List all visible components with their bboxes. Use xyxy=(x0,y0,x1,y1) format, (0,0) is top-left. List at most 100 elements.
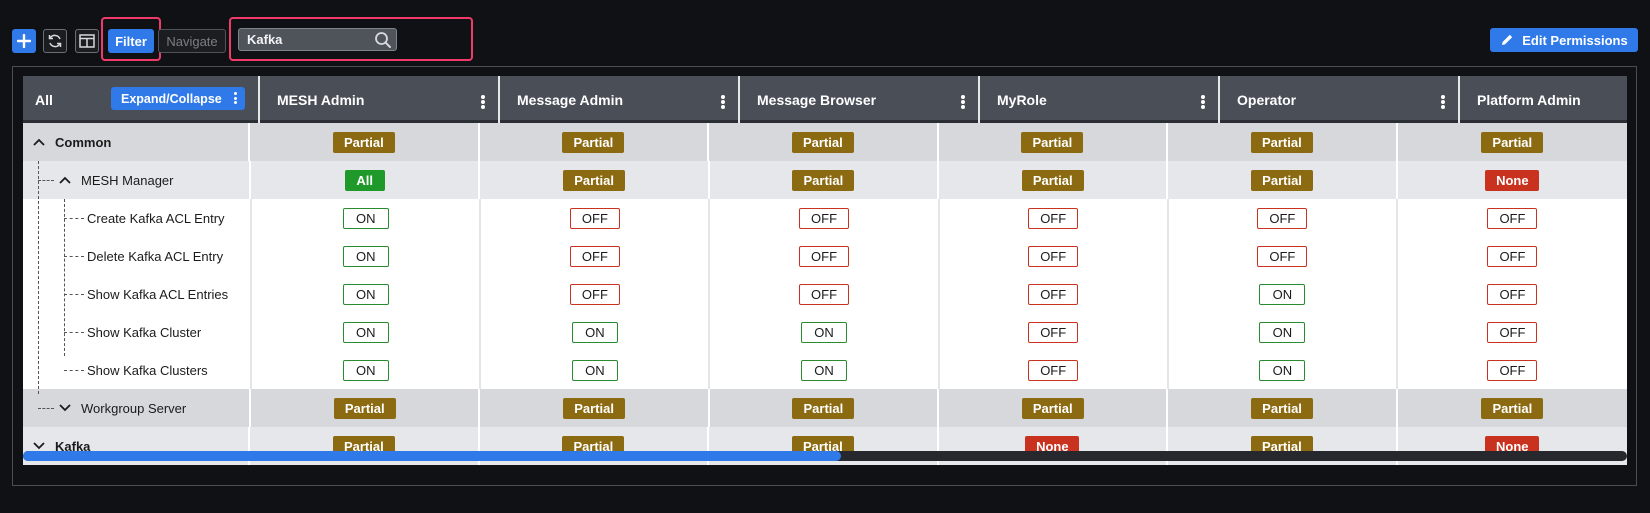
columns-layout-icon xyxy=(79,34,95,48)
row-name-cell: Common xyxy=(23,123,251,161)
permission-cell: OFF xyxy=(940,351,1169,389)
permission-toggle-off[interactable]: OFF xyxy=(569,283,620,305)
grid-header: All Expand/Collapse MESH Admin Message Ad… xyxy=(23,76,1627,123)
permission-toggle-off[interactable]: OFF xyxy=(1028,207,1079,229)
permission-badge-partial[interactable]: Partial xyxy=(562,131,625,153)
permission-badge-partial[interactable]: Partial xyxy=(1251,169,1314,191)
row-label: MESH Manager xyxy=(81,172,174,188)
column-menu-icon[interactable] xyxy=(1441,95,1445,109)
permission-badge-partial[interactable]: Partial xyxy=(1021,397,1084,419)
permission-cell: OFF xyxy=(1398,351,1627,389)
permission-toggle-off[interactable]: OFF xyxy=(1487,245,1538,267)
navigate-button[interactable]: Navigate xyxy=(158,29,226,53)
row-label: Delete Kafka ACL Entry xyxy=(87,248,224,264)
search-icon[interactable] xyxy=(370,29,396,50)
permission-toggle-on[interactable]: ON xyxy=(342,283,389,305)
tree-connector-line xyxy=(64,294,84,295)
role-column-label: Message Admin xyxy=(517,91,624,108)
permission-badge-partial[interactable]: Partial xyxy=(333,397,396,419)
permission-badge-partial[interactable]: Partial xyxy=(1251,397,1314,419)
row-name-cell: Show Kafka Clusters xyxy=(23,351,253,389)
row-name-cell: Create Kafka ACL Entry xyxy=(23,199,253,237)
kebab-menu-icon[interactable] xyxy=(234,92,237,104)
permission-cell: Partial xyxy=(710,161,940,199)
permission-toggle-off[interactable]: OFF xyxy=(569,207,620,229)
permission-toggle-on[interactable]: ON xyxy=(342,207,389,229)
permission-badge-partial[interactable]: Partial xyxy=(332,131,395,153)
permission-cell: Partial xyxy=(251,389,481,427)
permission-toggle-off[interactable]: OFF xyxy=(569,245,620,267)
permission-toggle-off[interactable]: OFF xyxy=(1028,245,1079,267)
permission-badge-partial[interactable]: Partial xyxy=(1250,131,1313,153)
permission-cell: None xyxy=(1398,161,1627,199)
permission-badge-partial[interactable]: Partial xyxy=(1021,169,1084,191)
permission-toggle-on[interactable]: ON xyxy=(571,321,618,343)
permission-toggle-off[interactable]: OFF xyxy=(1487,321,1538,343)
permission-toggle-off[interactable]: OFF xyxy=(799,245,850,267)
permission-toggle-off[interactable]: OFF xyxy=(1257,245,1308,267)
permission-toggle-on[interactable]: ON xyxy=(571,359,618,381)
header-cell-role: MyRole xyxy=(980,76,1220,123)
permission-badge-partial[interactable]: Partial xyxy=(791,131,854,153)
permission-cell: OFF xyxy=(710,275,940,313)
permission-toggle-on[interactable]: ON xyxy=(801,321,848,343)
permission-toggle-off[interactable]: OFF xyxy=(1028,321,1079,343)
column-menu-icon[interactable] xyxy=(961,95,965,109)
row-name-cell: Show Kafka Cluster xyxy=(23,313,253,351)
header-cell-role: Operator xyxy=(1220,76,1460,123)
horizontal-scrollbar[interactable] xyxy=(23,451,1627,461)
filter-button[interactable]: Filter xyxy=(108,29,154,53)
permission-toggle-off[interactable]: OFF xyxy=(799,207,850,229)
permission-badge-all[interactable]: All xyxy=(344,169,385,191)
layout-toggle-button[interactable] xyxy=(75,29,99,53)
row-name-cell: MESH Manager xyxy=(23,161,252,199)
permission-toggle-on[interactable]: ON xyxy=(342,321,389,343)
permission-toggle-on[interactable]: ON xyxy=(342,245,389,267)
add-button[interactable] xyxy=(12,29,36,53)
permission-toggle-off[interactable]: OFF xyxy=(1487,359,1538,381)
header-cell-role: Message Browser xyxy=(740,76,980,123)
permission-cell: OFF xyxy=(481,237,711,275)
permission-toggle-off[interactable]: OFF xyxy=(1487,207,1538,229)
permission-toggle-off[interactable]: OFF xyxy=(1028,359,1079,381)
column-menu-icon[interactable] xyxy=(1201,95,1205,109)
row-label: Show Kafka Cluster xyxy=(87,324,202,340)
scrollbar-thumb[interactable] xyxy=(23,451,842,461)
chevron-up-icon[interactable] xyxy=(59,173,77,187)
permission-row: Delete Kafka ACL Entry ON OFF OFF OFF OFF OFF xyxy=(23,237,1627,275)
permission-cell: OFF xyxy=(940,199,1169,237)
permission-cell: All xyxy=(251,161,481,199)
edit-permissions-button[interactable]: Edit Permissions xyxy=(1490,28,1638,52)
permission-cell: ON xyxy=(710,313,940,351)
expand-collapse-button[interactable]: Expand/Collapse xyxy=(111,87,245,110)
header-cell-role: MESH Admin xyxy=(260,76,500,123)
permission-badge-partial[interactable]: Partial xyxy=(792,397,855,419)
chevron-up-icon[interactable] xyxy=(33,135,51,149)
search-input[interactable] xyxy=(239,32,370,47)
permission-toggle-on[interactable]: ON xyxy=(801,359,848,381)
permission-cell: ON xyxy=(481,313,711,351)
permission-toggle-off[interactable]: OFF xyxy=(799,283,850,305)
permission-cell: OFF xyxy=(940,237,1169,275)
column-menu-icon[interactable] xyxy=(721,95,725,109)
permission-badge-partial[interactable]: Partial xyxy=(1481,131,1544,153)
permission-badge-partial[interactable]: Partial xyxy=(563,169,626,191)
permission-toggle-on[interactable]: ON xyxy=(1259,359,1306,381)
permission-toggle-off[interactable]: OFF xyxy=(1257,207,1308,229)
permission-toggle-off[interactable]: OFF xyxy=(1028,283,1079,305)
permission-badge-partial[interactable]: Partial xyxy=(563,397,626,419)
permission-toggle-off[interactable]: OFF xyxy=(1487,283,1538,305)
permission-badge-partial[interactable]: Partial xyxy=(1021,131,1084,153)
permission-cell: ON xyxy=(1169,351,1398,389)
permission-cell: Partial xyxy=(1168,123,1398,161)
permission-toggle-on[interactable]: ON xyxy=(1259,283,1306,305)
refresh-button[interactable] xyxy=(43,29,67,53)
permission-badge-none[interactable]: None xyxy=(1485,169,1540,191)
permission-toggle-on[interactable]: ON xyxy=(342,359,389,381)
column-menu-icon[interactable] xyxy=(481,95,485,109)
permission-badge-partial[interactable]: Partial xyxy=(792,169,855,191)
permission-badge-partial[interactable]: Partial xyxy=(1481,397,1544,419)
chevron-down-icon[interactable] xyxy=(59,401,77,415)
role-column-label: Platform Admin xyxy=(1477,91,1581,108)
permission-toggle-on[interactable]: ON xyxy=(1259,321,1306,343)
